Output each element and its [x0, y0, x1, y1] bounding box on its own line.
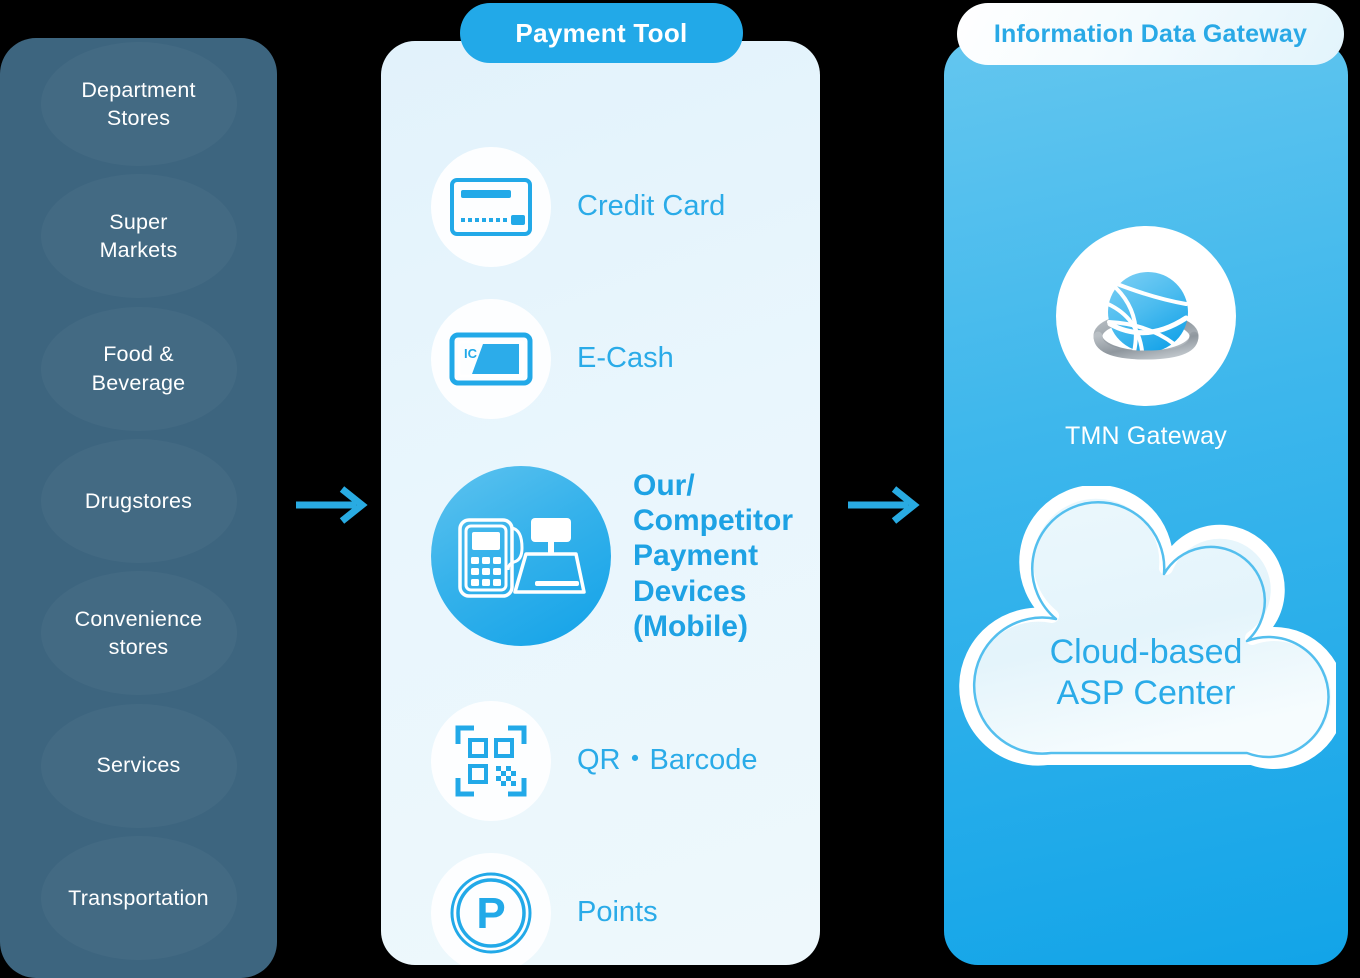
cloud-icon — [959, 484, 1346, 769]
list-item[interactable]: Services — [0, 699, 277, 831]
arrow-right-icon — [296, 486, 368, 524]
points-p-icon: P — [431, 853, 551, 965]
qr-barcode-icon — [431, 701, 551, 821]
tmn-gateway-label: TMN Gateway — [1065, 422, 1227, 450]
merchant-list: Department Stores Super Markets Food & B… — [0, 38, 277, 964]
payment-terminal-register-icon — [431, 466, 611, 646]
ic-card-icon: IC — [431, 299, 551, 419]
payment-option-label: Credit Card — [577, 190, 726, 223]
list-item[interactable]: Convenience stores — [0, 567, 277, 699]
payment-tool-title: Payment Tool — [515, 17, 688, 48]
svg-text:IC: IC — [464, 346, 478, 361]
payment-option-label: E-Cash — [577, 342, 674, 375]
payment-tool-panel: Credit Card IC E-Cash Our/ Competitor Pa… — [381, 41, 820, 965]
payment-option-payment-devices[interactable]: Our/ Competitor Payment Devices (Mobile) — [431, 466, 793, 646]
gateway-header-pill: Information Data Gateway — [957, 3, 1344, 65]
merchant-label: Services — [96, 753, 181, 778]
information-data-gateway-panel: TMN Gateway Cloud-based ASP Center — [944, 41, 1348, 965]
list-item[interactable]: Super Markets — [0, 170, 277, 302]
tmn-globe-logo-icon — [1056, 226, 1236, 406]
payment-tool-header-pill: Payment Tool — [460, 3, 743, 63]
payment-option-label: Points — [577, 896, 658, 929]
gateway-title: Information Data Gateway — [993, 19, 1308, 48]
payment-option-label: QR・Barcode — [577, 744, 758, 777]
payment-option-credit-card[interactable]: Credit Card — [431, 147, 725, 267]
list-item[interactable]: Drugstores — [0, 435, 277, 567]
payment-option-qr-barcode[interactable]: QR・Barcode — [431, 701, 758, 821]
merchant-label: Drugstores — [84, 488, 193, 513]
merchant-label: Convenience stores — [74, 606, 203, 660]
svg-text:P: P — [476, 889, 505, 938]
merchant-label: Transportation — [68, 885, 209, 910]
list-item[interactable]: Transportation — [0, 832, 277, 964]
merchant-label: Super Markets — [99, 210, 178, 263]
tmn-gateway-block[interactable]: TMN Gateway — [944, 226, 1348, 451]
credit-card-icon — [431, 147, 551, 267]
payment-option-points[interactable]: P Points — [431, 853, 658, 965]
diagram-canvas: Department Stores Super Markets Food & B… — [0, 0, 1360, 978]
list-item[interactable]: Food & Beverage — [0, 303, 277, 435]
arrow-right-icon — [848, 486, 920, 524]
merchant-channels-panel: Department Stores Super Markets Food & B… — [0, 38, 277, 978]
payment-option-e-cash[interactable]: IC E-Cash — [431, 299, 674, 419]
merchant-label: Department Stores — [81, 77, 196, 131]
merchant-label: Food & Beverage — [91, 342, 186, 395]
list-item[interactable]: Department Stores — [0, 38, 277, 170]
cloud-asp-center-block[interactable]: Cloud-based ASP Center — [956, 484, 1346, 796]
payment-option-label: Our/ Competitor Payment Devices (Mobile) — [633, 469, 793, 643]
